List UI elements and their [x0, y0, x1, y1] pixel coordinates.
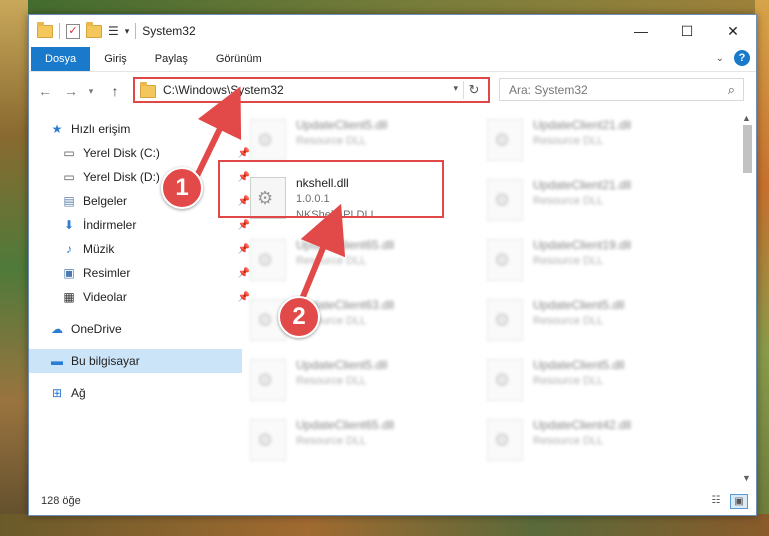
arrow-to-address-bar: [192, 86, 242, 182]
arrow-to-file: [297, 203, 346, 306]
step-marker-2: 2: [278, 296, 320, 338]
annotation-arrows: [192, 86, 346, 306]
step-marker-1: 1: [161, 167, 203, 209]
